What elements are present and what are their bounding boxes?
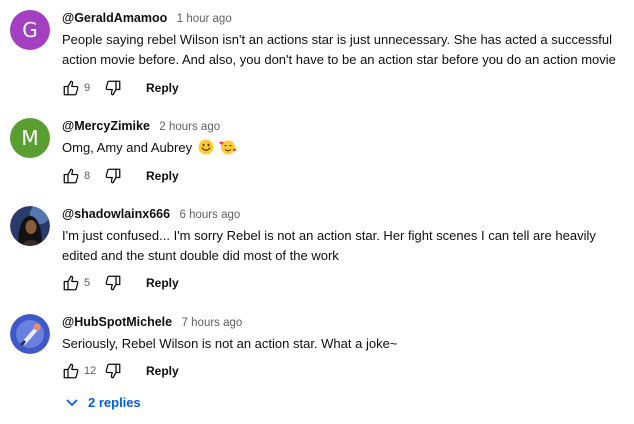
thumb-down-icon[interactable] xyxy=(104,79,122,97)
smiling-face-emoji-icon xyxy=(198,139,214,161)
thumb-down-icon[interactable] xyxy=(104,362,122,380)
comment-actions: 5 Reply xyxy=(62,273,179,293)
avatar[interactable]: G xyxy=(10,10,50,50)
thumb-up-icon[interactable] xyxy=(62,167,80,185)
comment-header: @GeraldAmamoo 1 hour ago xyxy=(62,10,232,27)
illustrated-avatar xyxy=(10,314,50,354)
avatar-letter: G xyxy=(22,18,38,42)
avatar[interactable]: M xyxy=(10,118,50,158)
comment-timestamp[interactable]: 2 hours ago xyxy=(159,121,220,133)
comment-header: @shadowlainx666 6 hours ago xyxy=(62,206,240,223)
comment-actions: 12 Reply xyxy=(62,361,179,381)
comment-actions: 9 Reply xyxy=(62,78,179,98)
comment-item: @shadowlainx666 6 hours ago I'm just con… xyxy=(0,206,634,296)
comment-header: @HubSpotMichele 7 hours ago xyxy=(62,314,242,331)
reply-button[interactable]: Reply xyxy=(146,364,179,378)
profile-photo-avatar xyxy=(10,206,50,246)
comment-author[interactable]: @HubSpotMichele xyxy=(62,315,172,329)
reply-button[interactable]: Reply xyxy=(146,276,179,290)
thumb-up-icon[interactable] xyxy=(62,362,80,380)
like-count: 5 xyxy=(84,277,91,289)
thumb-up-icon[interactable] xyxy=(62,274,80,292)
comment-item: @HubSpotMichele 7 hours ago Seriously, R… xyxy=(0,314,634,386)
thumb-down-icon[interactable] xyxy=(104,167,122,185)
comment-author[interactable]: @MercyZimike xyxy=(62,119,150,133)
reply-button[interactable]: Reply xyxy=(146,169,179,183)
comment-text-content: Omg, Amy and Aubrey xyxy=(62,140,193,155)
reply-button[interactable]: Reply xyxy=(146,81,179,95)
avatar[interactable] xyxy=(10,206,50,246)
comment-header: @MercyZimike 2 hours ago xyxy=(62,118,220,135)
comment-timestamp[interactable]: 6 hours ago xyxy=(180,209,241,221)
thumb-up-icon[interactable] xyxy=(62,79,80,97)
like-count: 9 xyxy=(84,82,91,94)
avatar-letter: M xyxy=(21,126,39,150)
comment-timestamp[interactable]: 1 hour ago xyxy=(177,13,232,25)
comments-section: G @GeraldAmamoo 1 hour ago People saying… xyxy=(0,0,634,424)
comment-item: M @MercyZimike 2 hours ago Omg, Amy and … xyxy=(0,118,634,190)
smiling-face-with-hearts-emoji-icon xyxy=(219,139,237,161)
chevron-down-icon xyxy=(66,397,78,409)
like-count: 8 xyxy=(84,170,91,182)
view-replies-button[interactable]: 2 replies xyxy=(66,395,141,410)
comment-text: Seriously, Rebel Wilson is not an action… xyxy=(62,336,398,351)
like-count: 12 xyxy=(84,365,97,377)
comment-text: I'm just confused... I'm sorry Rebel is … xyxy=(62,228,596,263)
comment-author[interactable]: @shadowlainx666 xyxy=(62,207,170,221)
avatar[interactable] xyxy=(10,314,50,354)
comment-text: People saying rebel Wilson isn't an acti… xyxy=(62,32,616,67)
comment-text: Omg, Amy and Aubrey xyxy=(62,138,628,161)
comment-author[interactable]: @GeraldAmamoo xyxy=(62,11,167,25)
comment-item: G @GeraldAmamoo 1 hour ago People saying… xyxy=(0,10,634,100)
comment-timestamp[interactable]: 7 hours ago xyxy=(182,317,243,329)
comment-actions: 8 Reply xyxy=(62,166,179,186)
replies-label: 2 replies xyxy=(88,395,141,410)
thumb-down-icon[interactable] xyxy=(104,274,122,292)
